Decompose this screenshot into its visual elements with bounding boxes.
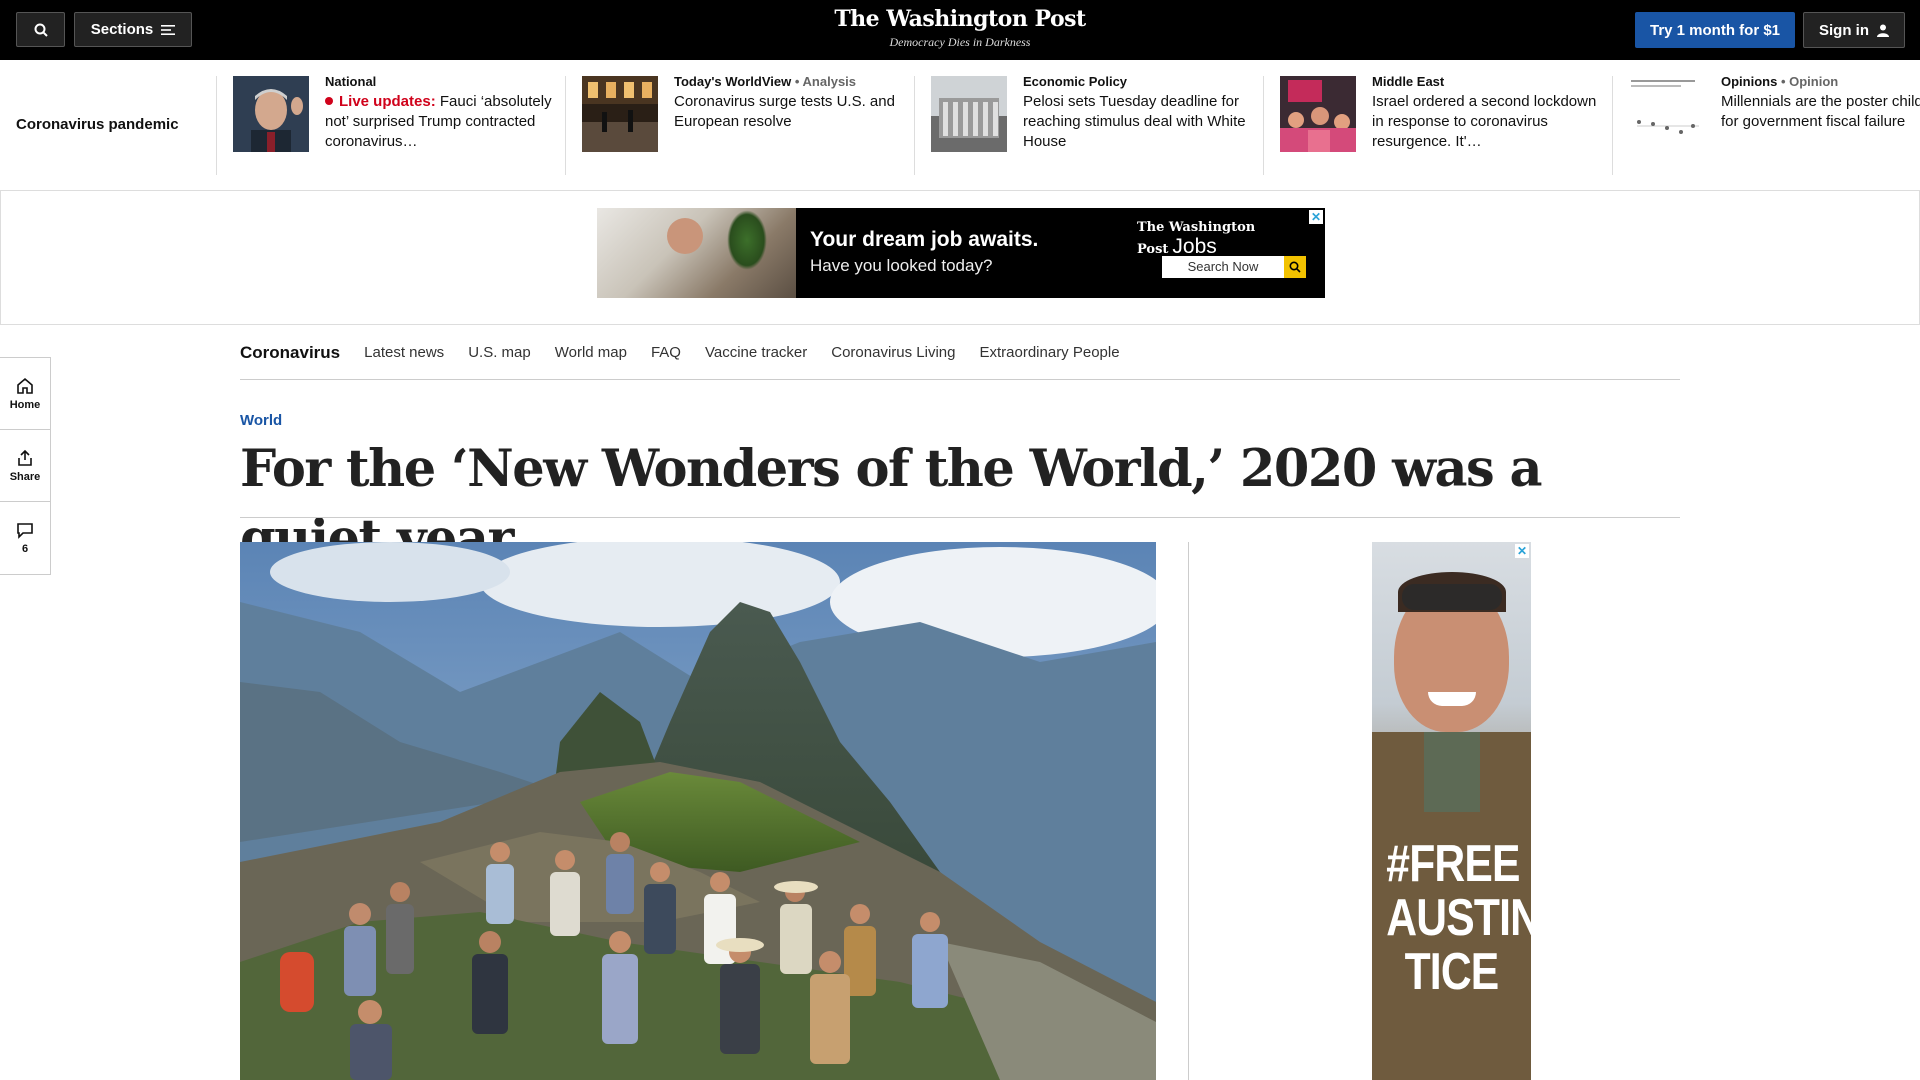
strip-kicker: Today's WorldView: [674, 74, 792, 89]
menu-icon: [161, 24, 176, 35]
share-button[interactable]: Share: [0, 430, 50, 502]
strip-kicker-sub: • Analysis: [794, 74, 857, 89]
strip-thumbnail: [931, 76, 1007, 152]
user-icon: [1877, 24, 1889, 37]
strip-thumbnail: [1280, 76, 1356, 152]
jobs-ad[interactable]: Your dream job awaits. Have you looked t…: [597, 208, 1325, 298]
ad-person-smile: [1428, 692, 1476, 706]
ad-banner-container: Your dream job awaits. Have you looked t…: [0, 191, 1920, 325]
strip-headline-text: Millennials are the poster children for …: [1721, 93, 1920, 130]
subnav-item-extraordinary-people[interactable]: Extraordinary People: [979, 344, 1119, 361]
hero-image[interactable]: [240, 542, 1156, 1080]
subnav-item-world-map[interactable]: World map: [555, 344, 627, 361]
strip-item[interactable]: Opinions • Opinion Millennials are the p…: [1612, 74, 1920, 175]
ad-search-label: Search Now: [1187, 259, 1259, 274]
ad-close-icon[interactable]: ✕: [1309, 210, 1323, 224]
search-icon: [1289, 261, 1301, 273]
ad-close-icon[interactable]: ✕: [1515, 544, 1529, 558]
ad-headline: Your dream job awaits.: [810, 228, 1039, 251]
ad-slogan: #FREE AUSTIN TICE: [1386, 835, 1531, 1001]
subnav-title[interactable]: Coronavirus: [240, 343, 340, 363]
strip-kicker: Opinions: [1721, 74, 1778, 89]
ad-slogan-line-1: #FREE: [1386, 835, 1520, 893]
plant-image: [727, 210, 767, 270]
machu-picchu-photo: [240, 542, 1156, 1080]
sections-label: Sections: [90, 21, 154, 38]
strip-kicker: Middle East: [1372, 74, 1445, 89]
live-label: Live updates:: [339, 93, 436, 110]
person-image: [667, 218, 703, 254]
strip-thumbnail: [582, 76, 658, 152]
ad-search-button[interactable]: [1284, 256, 1306, 278]
comments-button[interactable]: 6: [0, 502, 50, 574]
column-divider: [1188, 542, 1189, 1080]
strip-headline: Live updates: Fauci ‘absolutely not’ sur…: [325, 92, 555, 152]
left-rail: Home Share 6: [0, 357, 51, 575]
subnav-item-coronavirus-living[interactable]: Coronavirus Living: [831, 344, 955, 361]
ad-photo: [597, 208, 796, 298]
subnav-item-latest-news[interactable]: Latest news: [364, 344, 444, 361]
share-label: Share: [9, 470, 41, 483]
ad-search-box[interactable]: Search Now: [1162, 256, 1306, 278]
ad-brand: The Washington Post Jobs: [1137, 220, 1256, 258]
side-ad[interactable]: #FREE AUSTIN TICE ✕: [1372, 542, 1531, 1080]
search-button[interactable]: [16, 12, 65, 47]
strip-kicker: National: [325, 74, 377, 89]
strip-headline-text: Coronavirus surge tests U.S. and Europea…: [674, 93, 895, 130]
logo-tagline: Democracy Dies in Darkness: [889, 35, 1031, 49]
live-dot-icon: [325, 97, 333, 105]
strip-thumbnail: [233, 76, 309, 152]
strip-item[interactable]: Middle East Israel ordered a second lock…: [1263, 74, 1602, 175]
ad-brand-suffix: Jobs: [1172, 235, 1217, 258]
ad-subline: Have you looked today?: [810, 256, 993, 275]
signin-button[interactable]: Sign in: [1803, 12, 1905, 48]
subnav-item-vaccine-tracker[interactable]: Vaccine tracker: [705, 344, 807, 361]
subnav-item-us-map[interactable]: U.S. map: [468, 344, 531, 361]
strip-thumbnail: [1629, 76, 1705, 152]
share-icon: [18, 449, 32, 466]
strip-label[interactable]: Coronavirus pandemic: [16, 116, 179, 133]
strip-item[interactable]: National Live updates: Fauci ‘absolutely…: [216, 74, 555, 175]
ad-slogan-line-3: TICE: [1404, 943, 1500, 1001]
comments-count: 6: [21, 543, 29, 555]
sunglasses-image: [1402, 584, 1502, 610]
top-bar: Sections The Washington Post Democracy D…: [0, 0, 1920, 60]
divider: [240, 517, 1680, 518]
comment-icon: [17, 523, 33, 539]
strip-headline-text: Israel ordered a second lockdown in resp…: [1372, 93, 1597, 150]
strip-kicker: Economic Policy: [1023, 74, 1128, 89]
subscribe-button[interactable]: Try 1 month for $1: [1635, 12, 1795, 48]
ad-person-shirt: [1424, 732, 1480, 812]
section-subnav: Coronavirus Latest news U.S. map World m…: [240, 326, 1680, 380]
search-icon: [34, 23, 48, 37]
headline-strip: Coronavirus pandemic National Live updat…: [0, 60, 1920, 191]
logo-wordmark: The Washington Post: [834, 6, 1086, 32]
ad-slogan-line-2: AUSTIN: [1386, 889, 1531, 947]
signin-label: Sign in: [1819, 21, 1869, 39]
sections-button[interactable]: Sections: [74, 12, 192, 47]
home-button[interactable]: Home: [0, 358, 50, 430]
strip-kicker-sub: • Opinion: [1780, 74, 1839, 89]
strip-headline-text: Pelosi sets Tuesday deadline for reachin…: [1023, 93, 1246, 150]
home-label: Home: [9, 398, 41, 411]
strip-item[interactable]: Today's WorldView • Analysis Coronavirus…: [565, 74, 904, 175]
article-kicker[interactable]: World: [240, 412, 282, 429]
home-icon: [17, 377, 33, 394]
subnav-item-faq[interactable]: FAQ: [651, 344, 681, 361]
site-logo[interactable]: The Washington Post Democracy Dies in Da…: [760, 6, 1160, 50]
strip-item[interactable]: Economic Policy Pelosi sets Tuesday dead…: [914, 74, 1253, 175]
